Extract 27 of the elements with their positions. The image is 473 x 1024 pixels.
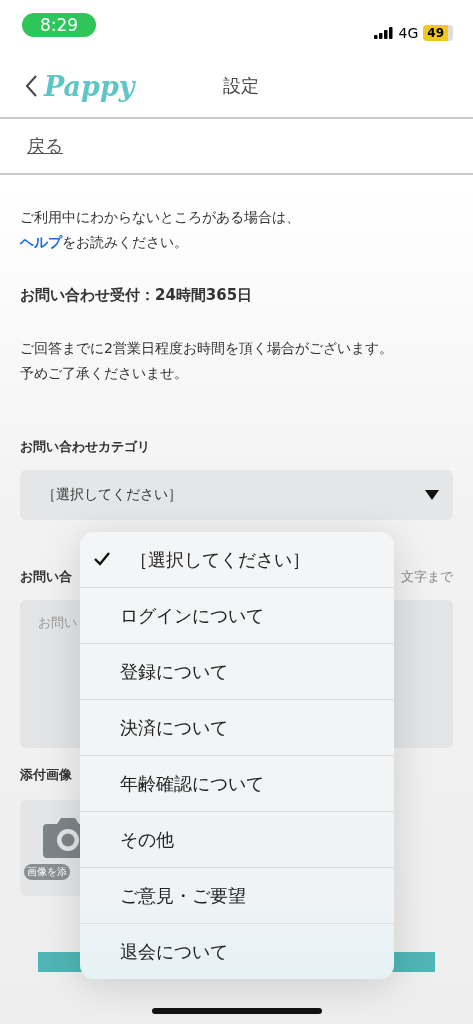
dropdown-option[interactable]: ［選択してください］ — [80, 532, 394, 587]
battery-level: 49 — [423, 24, 453, 41]
page-title: 設定 — [222, 74, 259, 98]
character-limit-text: 文字まで — [401, 568, 453, 586]
dropdown-option[interactable]: 退会について — [80, 923, 394, 979]
dropdown-option[interactable]: ログインについて — [80, 587, 394, 643]
dropdown-arrow-icon — [425, 490, 439, 500]
checkmark-icon — [94, 552, 110, 566]
back-chevron-button[interactable] — [24, 74, 38, 98]
dropdown-option[interactable]: 年齢確認について — [80, 755, 394, 811]
signal-icon — [373, 26, 394, 39]
dropdown-option[interactable]: 登録について — [80, 643, 394, 699]
dropdown-option[interactable]: その他 — [80, 811, 394, 867]
hours-text: お問い合わせ受付：24時間365日 — [20, 285, 254, 306]
dropdown-option[interactable]: 決済について — [80, 699, 394, 755]
notice-text: 予めご了承くださいませ。 — [20, 364, 189, 383]
notice-text: ご回答までに2営業日程度お時間を頂く場合がございます。 — [20, 339, 394, 358]
app-logo: Pappy — [44, 70, 135, 102]
back-link[interactable]: 戻る — [27, 134, 63, 158]
network-label: 4G — [398, 24, 419, 41]
status-time: 8:29 — [22, 12, 97, 37]
message-label: お問い合 — [20, 568, 72, 586]
category-label: お問い合わせカテゴリ — [20, 438, 151, 456]
category-select[interactable]: ［選択してください］ — [20, 470, 453, 520]
dropdown-option[interactable]: ご意見・ご要望 — [80, 867, 394, 923]
help-link[interactable]: ヘルプ — [20, 234, 62, 250]
help-text: ご利用中にわからないところがある場合は、 ヘルプをお読みください。 — [20, 208, 301, 252]
